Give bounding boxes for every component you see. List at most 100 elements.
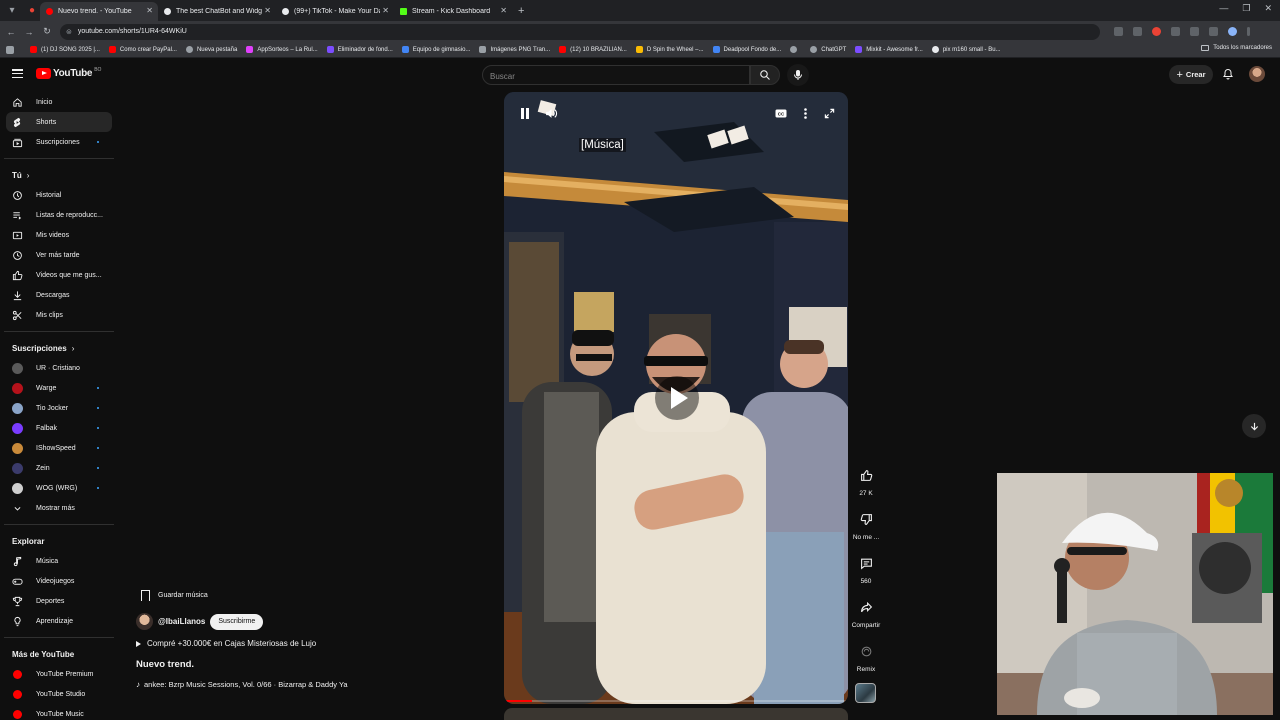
bookmark[interactable]: Deadpool Fondo de... bbox=[712, 46, 781, 53]
create-button[interactable]: + Crear bbox=[1169, 65, 1213, 84]
channel-avatar[interactable] bbox=[136, 613, 153, 630]
extension-icon[interactable] bbox=[1152, 27, 1161, 36]
audio-source-thumbnail[interactable] bbox=[855, 683, 876, 703]
all-bookmarks[interactable]: Todos los marcadores bbox=[1201, 45, 1272, 51]
share-button[interactable]: Compartir bbox=[848, 594, 884, 629]
bookmark[interactable] bbox=[790, 46, 801, 53]
extension-icon[interactable] bbox=[1171, 27, 1180, 36]
forward-icon[interactable]: → bbox=[22, 27, 36, 37]
volume-button[interactable] bbox=[544, 106, 558, 120]
subscription-channel[interactable]: Falbak bbox=[0, 418, 118, 438]
bookmark[interactable]: ChatGPT bbox=[810, 46, 846, 53]
bookmark[interactable]: Equipo de gimnasio... bbox=[401, 46, 470, 53]
extensions-puzzle-icon[interactable] bbox=[1190, 27, 1199, 36]
subscriptions-section-heading[interactable]: Suscripciones › bbox=[0, 338, 118, 358]
bookmark[interactable]: pix m160 small - Bu... bbox=[931, 46, 1001, 53]
tab-search-icon[interactable]: ▾ bbox=[4, 3, 20, 19]
youtube-logo[interactable]: YouTube BO bbox=[36, 67, 101, 79]
back-icon[interactable]: ← bbox=[4, 27, 18, 37]
bookmark[interactable]: AppSorteos – La Rul... bbox=[246, 46, 318, 53]
subscription-channel[interactable]: UR · Cristiano bbox=[0, 358, 118, 378]
subscription-channel[interactable]: Zein bbox=[0, 458, 118, 478]
new-tab-icon[interactable]: + bbox=[518, 5, 524, 17]
sidebar-item-history[interactable]: Historial bbox=[0, 185, 118, 205]
sidebar-item-home[interactable]: Inicio bbox=[0, 92, 118, 112]
browser-tab[interactable]: The best ChatBot and Widgets ✕ bbox=[158, 2, 276, 21]
next-short-preview[interactable] bbox=[504, 708, 848, 720]
bookmark[interactable]: Imágenes PNG Tran... bbox=[479, 46, 550, 53]
bookmark[interactable]: (1) DJ SONG 2025 |... bbox=[30, 46, 100, 53]
bookmark[interactable]: D Spin the Wheel –... bbox=[635, 46, 704, 53]
sidebar-item-learning[interactable]: Aprendizaje bbox=[0, 611, 118, 631]
subscribe-button[interactable]: Suscribirme bbox=[210, 613, 264, 630]
close-tab-icon[interactable]: ✕ bbox=[382, 6, 389, 15]
subscription-channel[interactable]: IShowSpeed bbox=[0, 438, 118, 458]
sidebar-item-watch-later[interactable]: Ver más tarde bbox=[0, 245, 118, 265]
search-input[interactable] bbox=[483, 67, 749, 86]
account-avatar[interactable] bbox=[1249, 66, 1265, 82]
sidebar-item-downloads[interactable]: Descargas bbox=[0, 285, 118, 305]
bookmark[interactable]: Eliminador de fond... bbox=[326, 46, 393, 53]
remix-button[interactable]: Remix bbox=[848, 638, 884, 673]
sidebar-item-shorts[interactable]: Shorts bbox=[6, 112, 112, 132]
subscription-channel[interactable]: WOG (WRG) bbox=[0, 478, 118, 498]
sidebar-item-music[interactable]: Música bbox=[0, 551, 118, 571]
browser-menu-icon[interactable] bbox=[1247, 27, 1250, 36]
sidebar-item-liked-videos[interactable]: Videos que me gus... bbox=[0, 265, 118, 285]
music-track-link[interactable]: ♪ ankee: Bzrp Music Sessions, Vol. 0/66 … bbox=[136, 680, 366, 689]
notifications-bell-icon[interactable] bbox=[1222, 68, 1234, 80]
bookmark[interactable]: (12) 10 BRAZILIAN... bbox=[559, 46, 627, 53]
cast-icon[interactable] bbox=[1209, 27, 1218, 36]
shorts-video-player[interactable]: CC [Música] bbox=[504, 92, 848, 704]
search-button[interactable] bbox=[750, 65, 780, 85]
save-music-button[interactable]: Guardar música bbox=[136, 585, 208, 605]
sidebar-item-playlists[interactable]: Listas de reproducc... bbox=[0, 205, 118, 225]
pause-button[interactable] bbox=[518, 106, 532, 120]
voice-search-button[interactable] bbox=[787, 64, 809, 86]
sidebar-item-subscriptions[interactable]: Suscripciones bbox=[0, 132, 118, 152]
sidebar-item-gaming[interactable]: Videojuegos bbox=[0, 571, 118, 591]
close-window-icon[interactable]: ✕ bbox=[1264, 3, 1272, 14]
bookmark-star-icon[interactable] bbox=[1133, 27, 1142, 36]
sidebar-item-my-videos[interactable]: Mis videos bbox=[0, 225, 118, 245]
address-bar[interactable]: ⊜ youtube.com/shorts/1UR4-64WKiU bbox=[60, 23, 1100, 40]
show-more-button[interactable]: Mostrar más bbox=[0, 498, 118, 518]
reload-icon[interactable]: ↻ bbox=[40, 26, 54, 37]
big-play-icon[interactable] bbox=[655, 376, 699, 420]
site-info-icon[interactable]: ⊜ bbox=[66, 28, 72, 36]
browser-tab[interactable]: Stream - Kick Dashboard ✕ bbox=[394, 2, 512, 21]
minimize-icon[interactable]: — bbox=[1219, 3, 1228, 14]
hamburger-menu-icon[interactable] bbox=[12, 69, 23, 78]
restore-icon[interactable]: ❐ bbox=[1242, 3, 1250, 14]
apps-icon[interactable] bbox=[6, 45, 18, 54]
captions-button[interactable]: CC bbox=[774, 106, 788, 120]
sidebar-item-youtube-premium[interactable]: YouTube Premium bbox=[0, 664, 118, 684]
bookmark[interactable]: Mixkit - Awesome fr... bbox=[855, 46, 923, 53]
subscription-channel[interactable]: Warge bbox=[0, 378, 118, 398]
sidebar-item-youtube-studio[interactable]: YouTube Studio bbox=[0, 684, 118, 704]
profile-avatar-icon[interactable] bbox=[1228, 27, 1237, 36]
browser-tab[interactable]: Nuevo trend. - YouTube ✕ bbox=[40, 2, 158, 21]
related-video-link[interactable]: Compré +30.000€ en Cajas Misteriosas de … bbox=[136, 639, 316, 648]
sidebar-item-sports[interactable]: Deportes bbox=[0, 591, 118, 611]
like-button[interactable]: 27 K bbox=[848, 462, 884, 497]
you-section-heading[interactable]: Tú › bbox=[0, 165, 118, 185]
video-progress-bar[interactable] bbox=[504, 700, 848, 702]
comments-button[interactable]: 560 bbox=[848, 550, 884, 585]
close-tab-icon[interactable]: ✕ bbox=[264, 6, 271, 15]
more-options-button[interactable] bbox=[798, 106, 812, 120]
browser-tab[interactable]: (99+) TikTok - Make Your Day ✕ bbox=[276, 2, 394, 21]
profile-icon[interactable]: ● bbox=[24, 3, 40, 19]
bookmark[interactable]: Como crear PayPal... bbox=[108, 46, 177, 53]
next-short-button[interactable] bbox=[1242, 414, 1266, 438]
subscription-channel[interactable]: Tio Jocker bbox=[0, 398, 118, 418]
close-tab-icon[interactable]: ✕ bbox=[500, 6, 507, 15]
channel-handle[interactable]: @IbaiLlanos bbox=[158, 617, 205, 626]
bookmark[interactable]: Nueva pestaña bbox=[185, 46, 237, 53]
fullscreen-button[interactable] bbox=[822, 106, 836, 120]
sidebar-item-clips[interactable]: Mis clips bbox=[0, 305, 118, 325]
install-app-icon[interactable] bbox=[1114, 27, 1123, 36]
sidebar-item-youtube-music[interactable]: YouTube Music bbox=[0, 704, 118, 720]
close-tab-icon[interactable]: ✕ bbox=[146, 6, 153, 15]
dislike-button[interactable]: No me ... bbox=[848, 506, 884, 541]
